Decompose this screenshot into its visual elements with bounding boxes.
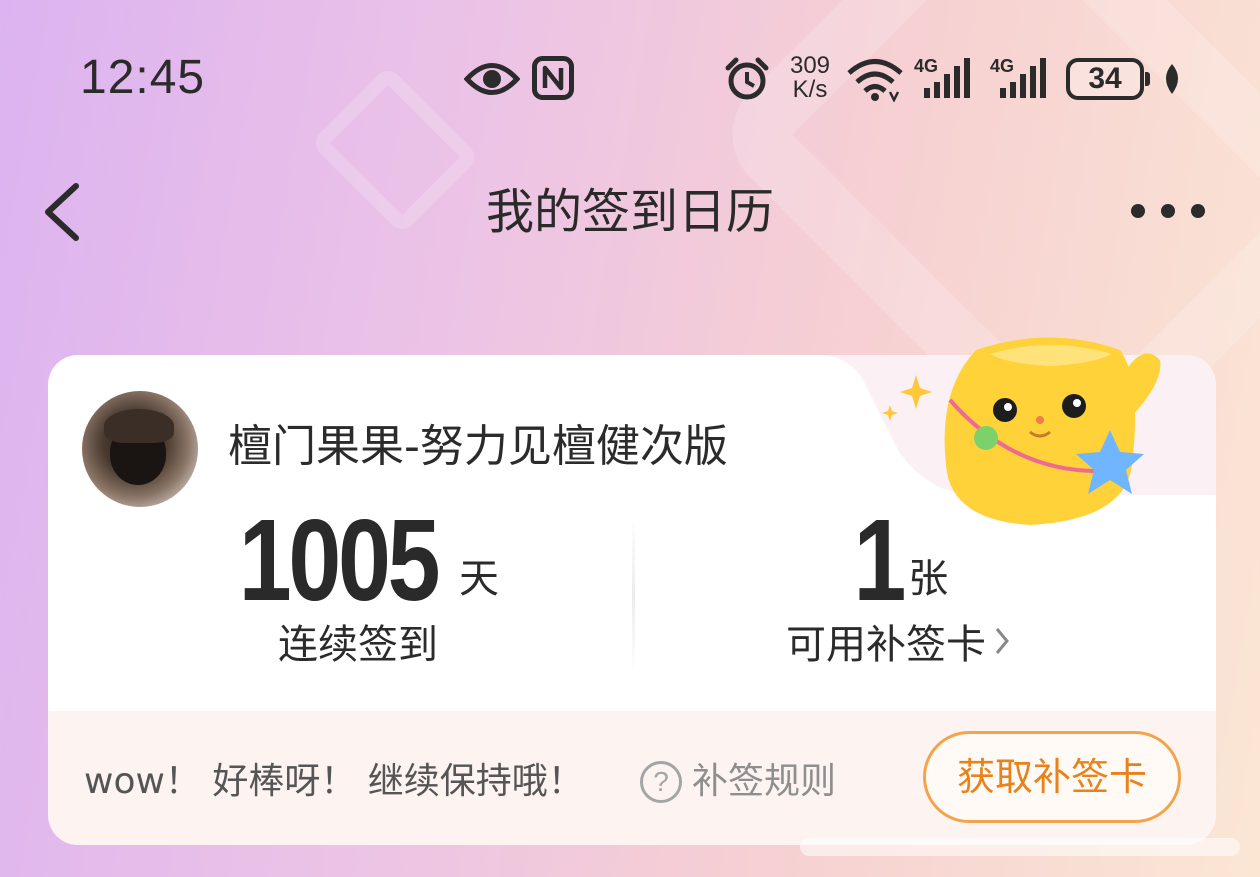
divider — [632, 515, 635, 675]
streak-label: 连续签到 — [278, 622, 438, 668]
network-speed: 309 K/s — [785, 54, 835, 102]
streak-unit: 天 — [459, 556, 500, 602]
network-speed-unit: K/s — [792, 76, 828, 103]
more-options-button[interactable] — [1126, 196, 1210, 226]
mascot-illustration — [882, 337, 1161, 525]
nfc-icon — [532, 56, 574, 100]
signal-icon — [924, 58, 970, 98]
streak-stat: 1005 天 连续签到 — [188, 495, 528, 673]
page-title: 我的签到日历 — [485, 184, 774, 240]
network-speed-value: 309 — [789, 52, 831, 79]
battery-icon: 34 — [1066, 58, 1150, 100]
status-bar: 12:45 309 K/s 4G 4G 34 — [0, 0, 1260, 150]
username: 檀门果果-努力见檀健次版 — [228, 421, 728, 472]
makeup-card-label: 可用补签卡 — [786, 622, 986, 668]
streak-value: 1005 — [238, 495, 441, 625]
signal-icon — [1000, 58, 1046, 98]
status-time: 12:45 — [80, 51, 206, 104]
makeup-card-unit: 张 — [908, 556, 949, 602]
alarm-icon — [725, 57, 769, 100]
encourage-text: wow！ 好棒呀！ 继续保持哦！ — [84, 761, 584, 802]
checkin-card-footer: wow！ 好棒呀！ 继续保持哦！ ? 补签规则 获取补签卡 — [48, 711, 1216, 845]
makeup-card-label-row: 可用补签卡 — [688, 617, 1108, 673]
watermark — [800, 838, 1240, 856]
get-makeup-card-button[interactable]: 获取补签卡 — [923, 731, 1181, 823]
eye-icon — [464, 63, 520, 95]
makeup-rules-link[interactable]: ? 补签规则 — [640, 757, 836, 807]
makeup-rules-label: 补签规则 — [692, 761, 837, 802]
avatar[interactable] — [82, 391, 198, 507]
wifi-icon — [847, 59, 903, 102]
leaf-icon — [1166, 64, 1178, 94]
help-icon: ? — [640, 761, 682, 803]
chevron-right-icon — [995, 628, 1009, 654]
